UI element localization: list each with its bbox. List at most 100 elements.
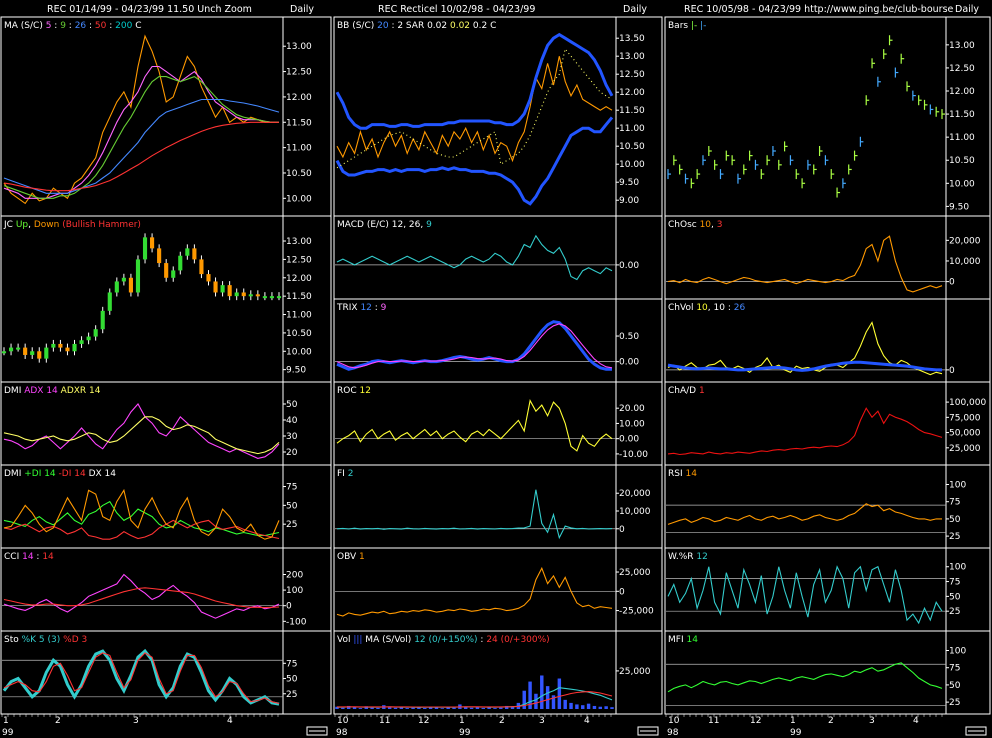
col1-date-2: 2	[55, 716, 61, 726]
volume-bar	[358, 708, 363, 709]
candle-body	[234, 292, 239, 297]
legend-part: 1	[699, 386, 705, 396]
series-line	[336, 489, 613, 540]
panel-c3-chad: ChA/D 1 100,000 75,000 50,000 25,000	[667, 386, 986, 456]
series-line	[336, 234, 613, 281]
y-tick-label: -100	[286, 617, 307, 627]
legend-part: CCI	[4, 552, 22, 562]
volume-bar	[534, 693, 538, 709]
candle-body	[262, 296, 267, 299]
legend-part: :	[34, 552, 43, 562]
legend-part: 12 (0/+150%)	[414, 635, 477, 645]
legend-part: Down	[34, 220, 60, 230]
legend-part: ChA/D	[668, 386, 699, 396]
y-tick-label: -10.00	[619, 450, 648, 460]
panel-legend: ChA/D 1	[668, 386, 705, 396]
panel-c3-wr: W.%R 12 100 75 50 25	[666, 552, 966, 625]
y-tick-label: 13.00	[286, 237, 312, 247]
legend-part: C	[132, 21, 141, 31]
y-tick-label: 75	[286, 483, 297, 493]
panel-legend: CCI 14 : 14	[4, 552, 54, 562]
volume-bar	[575, 704, 579, 709]
legend-part: 14	[42, 552, 54, 562]
y-tick-label: 0	[619, 587, 625, 597]
y-tick-label: 25	[286, 690, 297, 700]
legend-part: 200	[115, 21, 132, 31]
legend-part: 20	[377, 21, 389, 31]
legend-part: 50	[95, 21, 107, 31]
panel-frames	[0, 16, 991, 736]
legend-part: :	[86, 21, 95, 31]
volume-bar	[557, 678, 562, 709]
series-line	[667, 407, 943, 456]
col2-year-99: 99	[459, 728, 471, 738]
volume-bar	[598, 706, 603, 709]
legend-part: ROC	[337, 386, 359, 396]
series-line	[667, 235, 943, 293]
volume-bar	[545, 686, 550, 709]
panel-legend: ChOsc 10, 3	[668, 220, 723, 230]
y-tick-label: 0	[619, 525, 625, 535]
candle-body	[16, 347, 21, 350]
panel-legend: MACD (E/C) 12, 26, 9	[337, 220, 432, 230]
candle-body	[150, 237, 155, 249]
candle-body	[114, 281, 119, 293]
candle-body	[121, 277, 126, 282]
legend-part: FI	[337, 469, 348, 479]
col2-date-11: 11	[379, 716, 390, 726]
volume-bar	[522, 690, 526, 709]
legend-part: Up	[16, 220, 29, 230]
legend-part: 0.2 C	[470, 21, 496, 31]
panel-c2-bb: BB (S/C) 20 : 2 SAR 0.02 0.02 0.2 C 13.50…	[335, 21, 645, 206]
col1-date-3: 3	[133, 716, 139, 726]
legend-part: TRIX	[336, 303, 360, 313]
technical-analysis-chart: REC 01/14/99 - 04/23/99 11.50 Unch Zoom …	[0, 4, 991, 738]
candle-body	[199, 259, 204, 275]
candle-body	[128, 277, 133, 293]
series-line	[3, 98, 280, 194]
y-tick-label: 25,000	[619, 667, 651, 677]
y-tick-label: 10.00	[286, 347, 312, 357]
candle-body	[65, 347, 70, 352]
legend-part: 9	[426, 220, 432, 230]
series-line	[667, 360, 942, 372]
candle-body	[86, 336, 91, 341]
series-line	[3, 416, 280, 455]
candle-body	[255, 294, 260, 297]
legend-part: 12	[696, 552, 707, 562]
candle-body	[276, 296, 282, 299]
legend-part: 3	[717, 220, 723, 230]
candle-body	[79, 340, 84, 344]
y-tick-label: 75	[286, 659, 297, 669]
series-line	[336, 323, 613, 369]
candle-body	[37, 351, 42, 359]
y-tick-label: 50	[949, 592, 961, 602]
y-tick-label: 100	[949, 481, 966, 491]
legend-part: 12	[359, 386, 370, 396]
y-tick-label: 75	[949, 498, 960, 508]
candle-body	[135, 259, 141, 293]
panel-c1-dmi2: DMI +DI 14 -DI 14 DX 14 75 50 25	[3, 469, 298, 540]
y-tick-label: 10.50	[949, 156, 975, 166]
panel-c1-cci: CCI 14 : 14 200 100 0 -100	[2, 552, 307, 627]
volume-bar	[493, 708, 497, 709]
y-tick-label: 10.00	[286, 194, 312, 204]
y-tick-label: 100	[286, 586, 303, 596]
col3-date-1: 1	[790, 716, 796, 726]
y-tick-label: -25,000	[619, 607, 654, 617]
legend-part: RSI	[668, 469, 685, 479]
legend-part: , 10 :	[708, 303, 734, 313]
panel-c1-sto: Sto %K 5 (3) %D 3 75 50 25	[2, 635, 298, 706]
series-line	[336, 56, 613, 163]
y-tick-label: 10,000	[949, 257, 981, 267]
y-tick-label: 20,000	[949, 236, 981, 246]
panel-legend: DMI +DI 14 -DI 14 DX 14	[4, 469, 116, 479]
y-tick-label: 9.50	[286, 366, 306, 376]
col3-year-98: 98	[667, 728, 679, 738]
series-line	[2, 648, 280, 706]
volume-bar	[411, 707, 415, 709]
y-tick-label: 75	[949, 664, 960, 674]
y-tick-label: 75	[949, 578, 960, 588]
panel-c2-trix: TRIX 12 : 9 0.50 0.00	[335, 303, 639, 371]
y-tick-label: 10.00	[619, 419, 645, 429]
